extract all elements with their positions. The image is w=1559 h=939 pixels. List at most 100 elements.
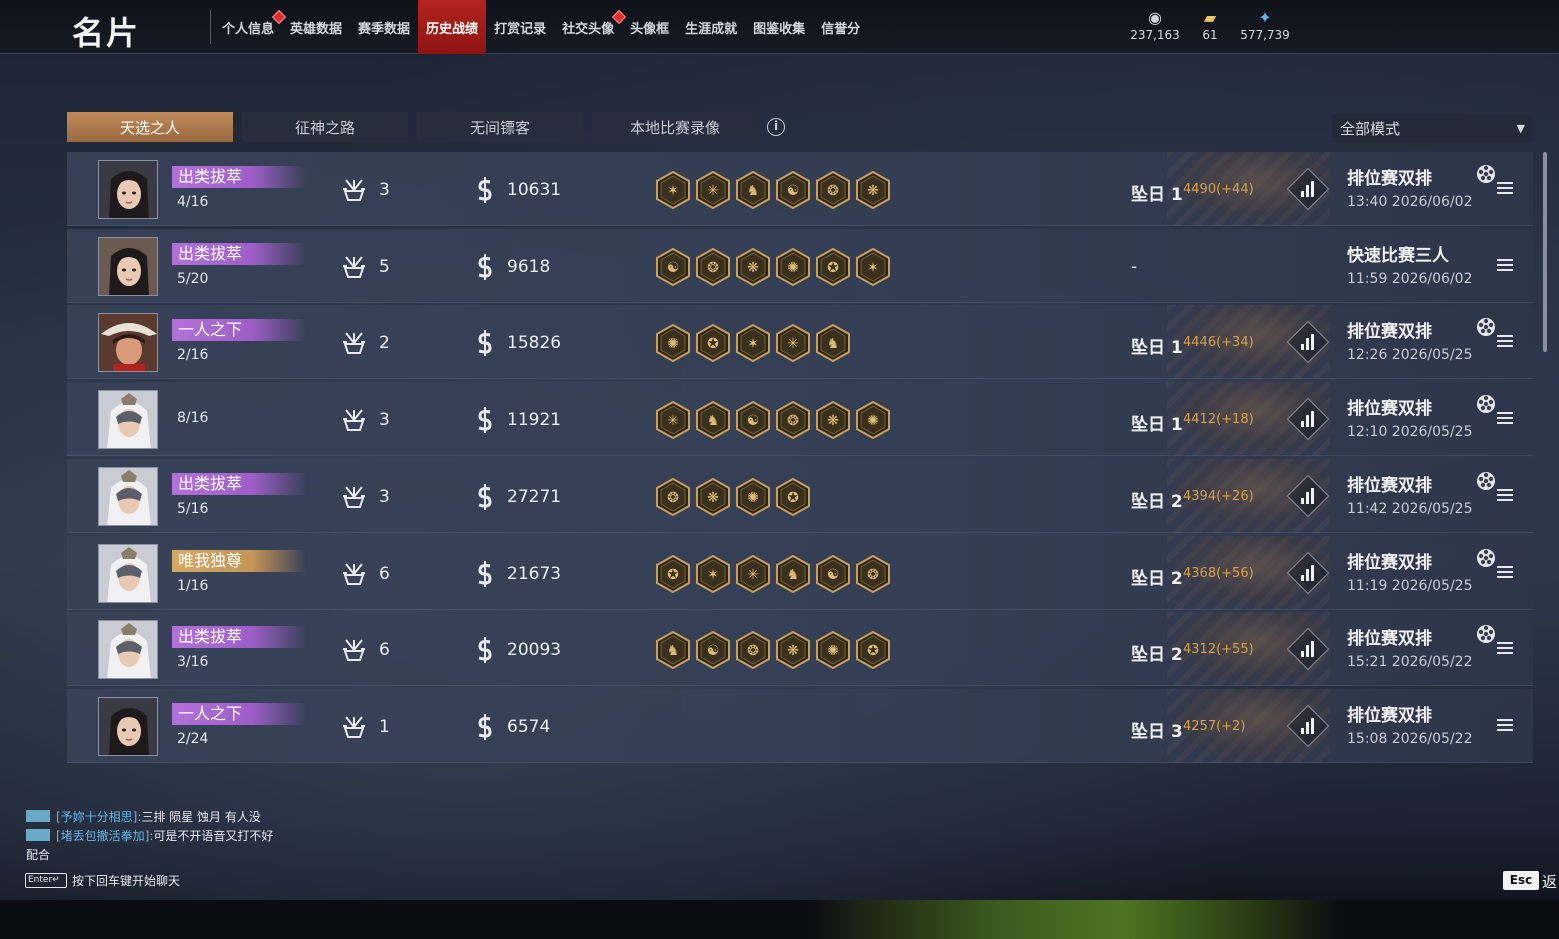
- nav-tab-5[interactable]: 打赏记录: [486, 0, 554, 54]
- achievement-badge-icon[interactable]: ❂: [775, 400, 811, 440]
- achievement-badge-icon[interactable]: ♞: [655, 630, 691, 670]
- achievement-badge-icon[interactable]: ❂: [815, 170, 851, 210]
- details-menu-icon[interactable]: [1497, 566, 1513, 580]
- achievement-badge-icon[interactable]: ❂: [735, 630, 771, 670]
- svg-text:✳: ✳: [707, 183, 719, 199]
- svg-text:♞: ♞: [827, 336, 840, 352]
- team-icon[interactable]: [1475, 623, 1497, 645]
- details-menu-icon[interactable]: [1497, 719, 1513, 733]
- achievement-badge-icon[interactable]: ✺: [775, 247, 811, 287]
- achievement-badge-icon[interactable]: ✪: [695, 323, 731, 363]
- achievement-badge-icon[interactable]: ♞: [815, 323, 851, 363]
- match-row[interactable]: 一人之下 2/24 1 6574 坠日 3 4257(+2) 排位赛双排 15:08 2026…: [67, 689, 1533, 763]
- achievement-badge-icon[interactable]: ♞: [775, 554, 811, 594]
- nav-tab-label: 个人信息: [222, 21, 275, 37]
- team-icon[interactable]: [1475, 393, 1497, 415]
- svg-text:✶: ✶: [707, 567, 719, 583]
- team-icon[interactable]: [1475, 163, 1497, 185]
- match-row[interactable]: 出类拔萃 5/16 3 27271 ❂ ❋ ✺ ✪ 坠日 2 4394(+26) 排位赛双排 11:4…: [67, 459, 1533, 533]
- nav-tab-3[interactable]: 赛季数据: [350, 0, 418, 54]
- team-icon[interactable]: [1475, 470, 1497, 492]
- achievement-badge-icon[interactable]: ✪: [655, 554, 691, 594]
- achievement-badge-icon[interactable]: ❂: [655, 477, 691, 517]
- list-scrollbar[interactable]: [1543, 152, 1547, 352]
- achievement-badge-icon[interactable]: ☯: [695, 630, 731, 670]
- details-menu-icon[interactable]: [1497, 412, 1513, 426]
- match-row[interactable]: 出类拔萃 5/20 5 9618 ☯ ❂ ❋ ✺ ✪ ✶ - 快速比赛三人 11:59 2026/06/…: [67, 229, 1533, 303]
- team-icon[interactable]: [1475, 547, 1497, 569]
- achievement-badge-icon[interactable]: ✺: [735, 477, 771, 517]
- achievement-badge-icon[interactable]: ✳: [775, 323, 811, 363]
- rank-tier: 坠日 1: [1131, 415, 1183, 435]
- placement-text: 2/24: [177, 731, 209, 747]
- match-time: 12:10 2026/05/25: [1347, 424, 1473, 440]
- nav-tab-8[interactable]: 生涯成就: [677, 0, 745, 54]
- nav-tab-2[interactable]: 英雄数据: [282, 0, 350, 54]
- achievement-badge-icon[interactable]: ✪: [775, 477, 811, 517]
- achievement-badge-icon[interactable]: ☯: [735, 400, 771, 440]
- achievement-badge-icon[interactable]: ✳: [655, 400, 691, 440]
- achievement-badge-icon[interactable]: ✶: [735, 323, 771, 363]
- achievement-badge-icon[interactable]: ❋: [855, 170, 891, 210]
- details-menu-icon[interactable]: [1497, 259, 1513, 273]
- info-icon[interactable]: i: [767, 118, 785, 136]
- match-row[interactable]: 出类拔萃 4/16 3 10631 ✶ ✳ ♞ ☯ ❂ ❋ 坠日 1 4490(+44) 排位赛双排 13…: [67, 152, 1533, 226]
- achievement-badge-icon[interactable]: ❂: [695, 247, 731, 287]
- match-history-list: 出类拔萃 4/16 3 10631 ✶ ✳ ♞ ☯ ❂ ❋ 坠日 1 4490(+44) 排位赛双排 13…: [67, 152, 1533, 764]
- achievement-badge-icon[interactable]: ❋: [695, 477, 731, 517]
- subtab-1[interactable]: 天选之人: [67, 112, 233, 142]
- chat-username[interactable]: [予妳十分相思]:: [56, 810, 141, 824]
- nav-tab-1[interactable]: 个人信息: [214, 0, 287, 54]
- achievement-badge-icon[interactable]: ❋: [775, 630, 811, 670]
- achievement-badge-icon[interactable]: ✺: [655, 323, 691, 363]
- placement-text: 5/16: [177, 501, 209, 517]
- achievement-badge-icon[interactable]: ❋: [815, 400, 851, 440]
- subtab-2[interactable]: 征神之路: [242, 112, 408, 142]
- nav-tab-9[interactable]: 图鉴收集: [745, 0, 813, 54]
- match-time: 12:26 2026/05/25: [1347, 347, 1473, 363]
- match-row[interactable]: 唯我独尊 1/16 6 21673 ✪ ✶ ✳ ♞ ☯ ❂ 坠日 2 4368(+56) 排位赛双排 11…: [67, 536, 1533, 610]
- details-menu-icon[interactable]: [1497, 335, 1513, 349]
- match-row[interactable]: 8/16 3 11921 ✳ ♞ ☯ ❂ ❋ ✺ 坠日 1 4412(+18) 排位赛双排 12:10 …: [67, 382, 1533, 456]
- match-row[interactable]: 一人之下 2/16 2 15826 ✺ ✪ ✶ ✳ ♞ 坠日 1 4446(+34) 排位赛双排 12:…: [67, 305, 1533, 379]
- achievement-badge-icon[interactable]: ✶: [695, 554, 731, 594]
- top-bar: 名片 个人信息 英雄数据 赛季数据 历史战绩 打赏记录 社交头像 头像框 生涯成就 图鉴收集 信誉…: [0, 0, 1559, 54]
- team-icon[interactable]: [1475, 316, 1497, 338]
- damage-value: 20093: [507, 640, 562, 660]
- kills-count: 3: [379, 180, 390, 200]
- achievement-badges: ✺ ✪ ✶ ✳ ♞: [655, 323, 851, 363]
- achievement-badge-icon[interactable]: ✳: [695, 170, 731, 210]
- chat-username[interactable]: [堵丢包撤活拳加]:: [56, 829, 153, 843]
- subtab-4[interactable]: 本地比赛录像: [592, 112, 758, 142]
- nav-tab-4[interactable]: 历史战绩: [418, 0, 487, 54]
- achievement-badge-icon[interactable]: ☯: [655, 247, 691, 287]
- achievement-badge-icon[interactable]: ✶: [855, 247, 891, 287]
- details-menu-icon[interactable]: [1497, 182, 1513, 196]
- nav-tab-label: 头像框: [630, 21, 670, 37]
- achievement-badge-icon[interactable]: ♞: [735, 170, 771, 210]
- details-menu-icon[interactable]: [1497, 642, 1513, 656]
- achievement-badge-icon[interactable]: ✺: [815, 630, 851, 670]
- achievement-badge-icon[interactable]: ✺: [855, 400, 891, 440]
- achievement-badge-icon[interactable]: ✳: [735, 554, 771, 594]
- achievement-badge-icon[interactable]: ✶: [655, 170, 691, 210]
- mode-filter-select[interactable]: 全部模式 ▼: [1332, 114, 1532, 143]
- nav-tab-10[interactable]: 信誉分: [813, 0, 868, 54]
- achievement-badge-icon[interactable]: ✪: [815, 247, 851, 287]
- subtab-3[interactable]: 无间镖客: [417, 112, 583, 142]
- rank-tier: 坠日 2: [1131, 645, 1183, 665]
- back-label[interactable]: 返: [1542, 871, 1557, 892]
- nav-tab-7[interactable]: 头像框: [622, 0, 677, 54]
- kills-crown-icon: [341, 637, 367, 663]
- details-menu-icon[interactable]: [1497, 489, 1513, 503]
- esc-button[interactable]: Esc: [1503, 871, 1539, 890]
- achievement-badge-icon[interactable]: ❂: [855, 554, 891, 594]
- achievement-badge-icon[interactable]: ♞: [695, 400, 731, 440]
- nav-tab-6[interactable]: 社交头像: [554, 0, 627, 54]
- achievement-badge-icon[interactable]: ❋: [735, 247, 771, 287]
- achievement-badge-icon[interactable]: ☯: [775, 170, 811, 210]
- achievement-badge-icon[interactable]: ✪: [855, 630, 891, 670]
- match-row[interactable]: 出类拔萃 3/16 6 20093 ♞ ☯ ❂ ❋ ✺ ✪ 坠日 2 4312(+55) 排位赛双排 15…: [67, 612, 1533, 686]
- achievement-badge-icon[interactable]: ☯: [815, 554, 851, 594]
- svg-text:❂: ❂: [667, 490, 679, 506]
